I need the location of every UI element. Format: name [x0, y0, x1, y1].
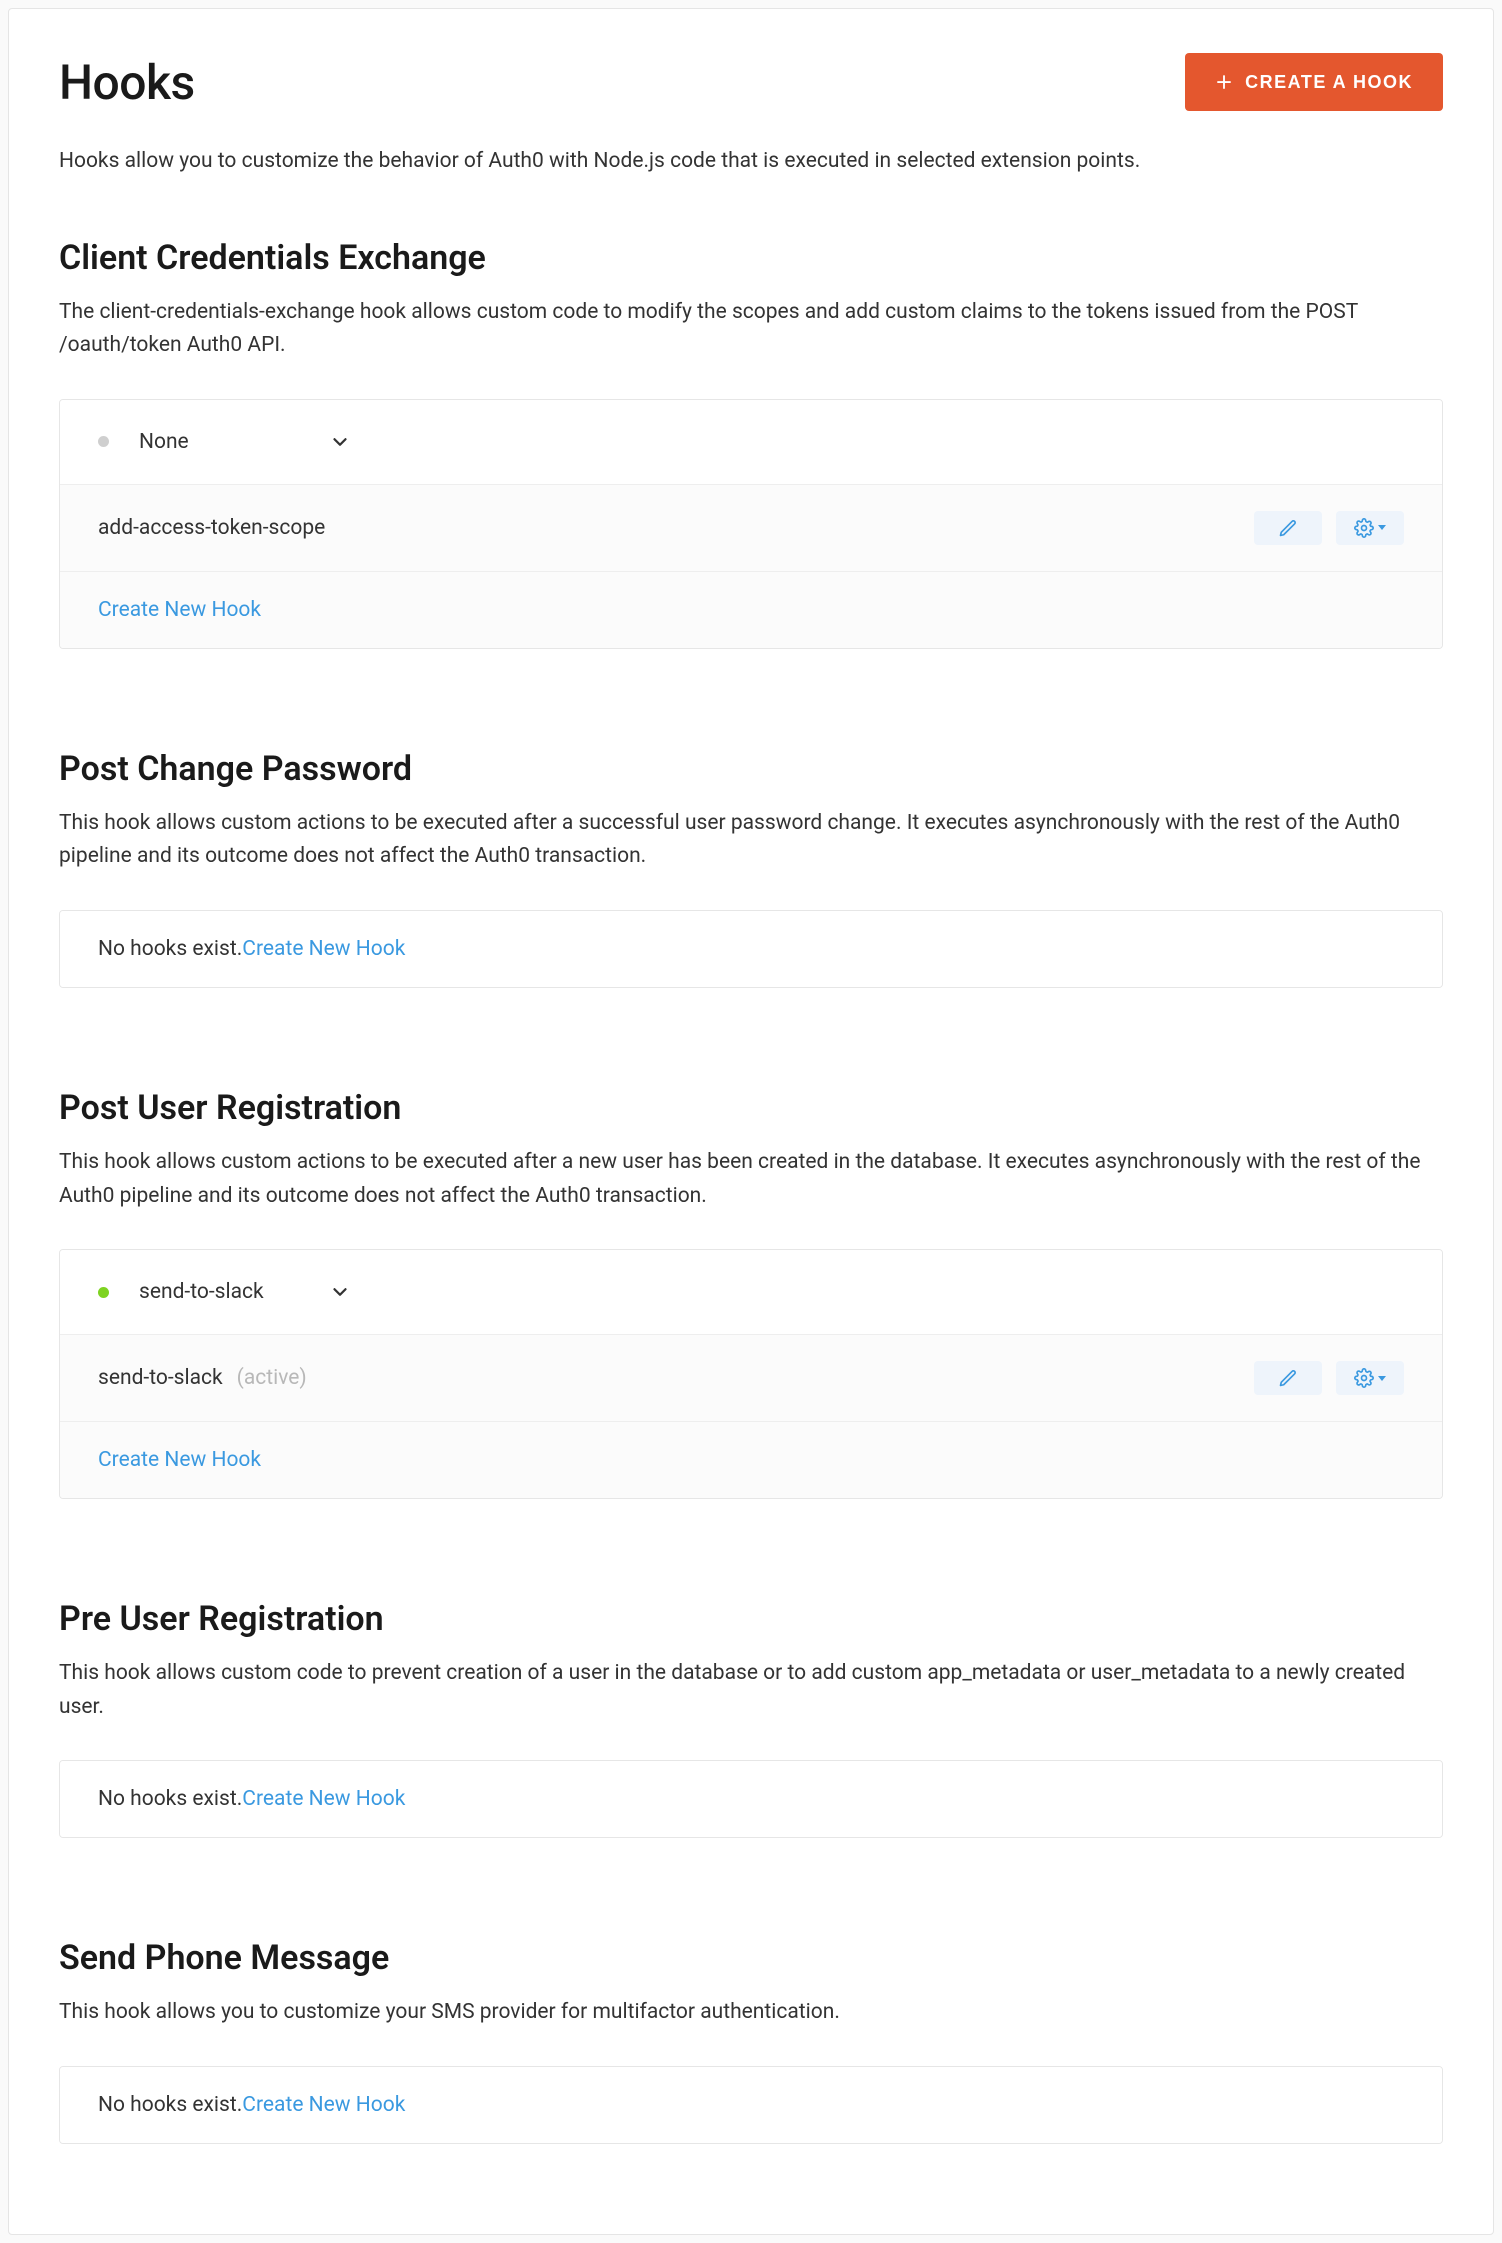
panel-pur: send-to-slack send-to-slack (active) Cre…	[59, 1249, 1443, 1499]
hook-name: send-to-slack	[98, 1366, 223, 1390]
hook-row-cce: add-access-token-scope	[60, 485, 1442, 572]
chevron-down-icon	[329, 1281, 351, 1303]
pencil-icon	[1278, 1368, 1298, 1388]
section-title-spm: Send Phone Message	[59, 1938, 1443, 1978]
section-title-preur: Pre User Registration	[59, 1599, 1443, 1639]
create-hook-link-pcp[interactable]: Create New Hook	[242, 937, 405, 961]
create-hook-link-pur[interactable]: Create New Hook	[98, 1448, 261, 1472]
create-hook-link-spm[interactable]: Create New Hook	[242, 2093, 405, 2117]
section-title-cce: Client Credentials Exchange	[59, 238, 1443, 278]
status-dot-inactive-icon	[98, 436, 109, 447]
create-hook-row-cce: Create New Hook	[60, 572, 1442, 648]
hook-status: (active)	[237, 1366, 307, 1390]
hooks-page: Hooks CREATE A HOOK Hooks allow you to c…	[8, 8, 1494, 2235]
empty-row-pcp: No hooks exist. Create New Hook	[60, 911, 1442, 987]
caret-down-icon	[1378, 525, 1386, 530]
hook-name: add-access-token-scope	[98, 516, 325, 540]
edit-hook-button[interactable]	[1254, 1361, 1322, 1395]
hook-selector-value: None	[139, 430, 309, 454]
section-title-pcp: Post Change Password	[59, 749, 1443, 789]
page-intro: Hooks allow you to customize the behavio…	[59, 145, 1443, 178]
page-title: Hooks	[59, 54, 195, 111]
create-hook-button[interactable]: CREATE A HOOK	[1185, 53, 1443, 111]
hook-actions	[1254, 1361, 1404, 1395]
plus-icon	[1215, 73, 1233, 91]
panel-pcp: No hooks exist. Create New Hook	[59, 910, 1443, 988]
section-desc-preur: This hook allows custom code to prevent …	[59, 1657, 1443, 1724]
section-desc-pur: This hook allows custom actions to be ex…	[59, 1146, 1443, 1213]
chevron-down-icon	[329, 431, 351, 453]
status-dot-active-icon	[98, 1287, 109, 1298]
section-desc-spm: This hook allows you to customize your S…	[59, 1996, 1443, 2030]
hook-actions	[1254, 511, 1404, 545]
panel-spm: No hooks exist. Create New Hook	[59, 2066, 1443, 2144]
pencil-icon	[1278, 518, 1298, 538]
section-desc-cce: The client-credentials-exchange hook all…	[59, 296, 1443, 363]
hook-selector-value: send-to-slack	[139, 1280, 309, 1304]
hook-row-pur: send-to-slack (active)	[60, 1335, 1442, 1422]
page-header: Hooks CREATE A HOOK	[59, 53, 1443, 111]
empty-text: No hooks exist.	[98, 2093, 242, 2117]
panel-preur: No hooks exist. Create New Hook	[59, 1760, 1443, 1838]
create-hook-link-preur[interactable]: Create New Hook	[242, 1787, 405, 1811]
gear-icon	[1354, 1368, 1374, 1388]
create-hook-row-pur: Create New Hook	[60, 1422, 1442, 1498]
empty-row-preur: No hooks exist. Create New Hook	[60, 1761, 1442, 1837]
hook-selector-cce[interactable]: None	[60, 400, 1442, 485]
edit-hook-button[interactable]	[1254, 511, 1322, 545]
empty-text: No hooks exist.	[98, 937, 242, 961]
section-desc-pcp: This hook allows custom actions to be ex…	[59, 807, 1443, 874]
create-hook-label: CREATE A HOOK	[1245, 72, 1413, 93]
caret-down-icon	[1378, 1376, 1386, 1381]
hook-selector-pur[interactable]: send-to-slack	[60, 1250, 1442, 1335]
hook-settings-button[interactable]	[1336, 1361, 1404, 1395]
empty-text: No hooks exist.	[98, 1787, 242, 1811]
hook-settings-button[interactable]	[1336, 511, 1404, 545]
panel-cce: None add-access-token-scope Create New H…	[59, 399, 1443, 649]
section-title-pur: Post User Registration	[59, 1088, 1443, 1128]
create-hook-link-cce[interactable]: Create New Hook	[98, 598, 261, 622]
empty-row-spm: No hooks exist. Create New Hook	[60, 2067, 1442, 2143]
gear-icon	[1354, 518, 1374, 538]
